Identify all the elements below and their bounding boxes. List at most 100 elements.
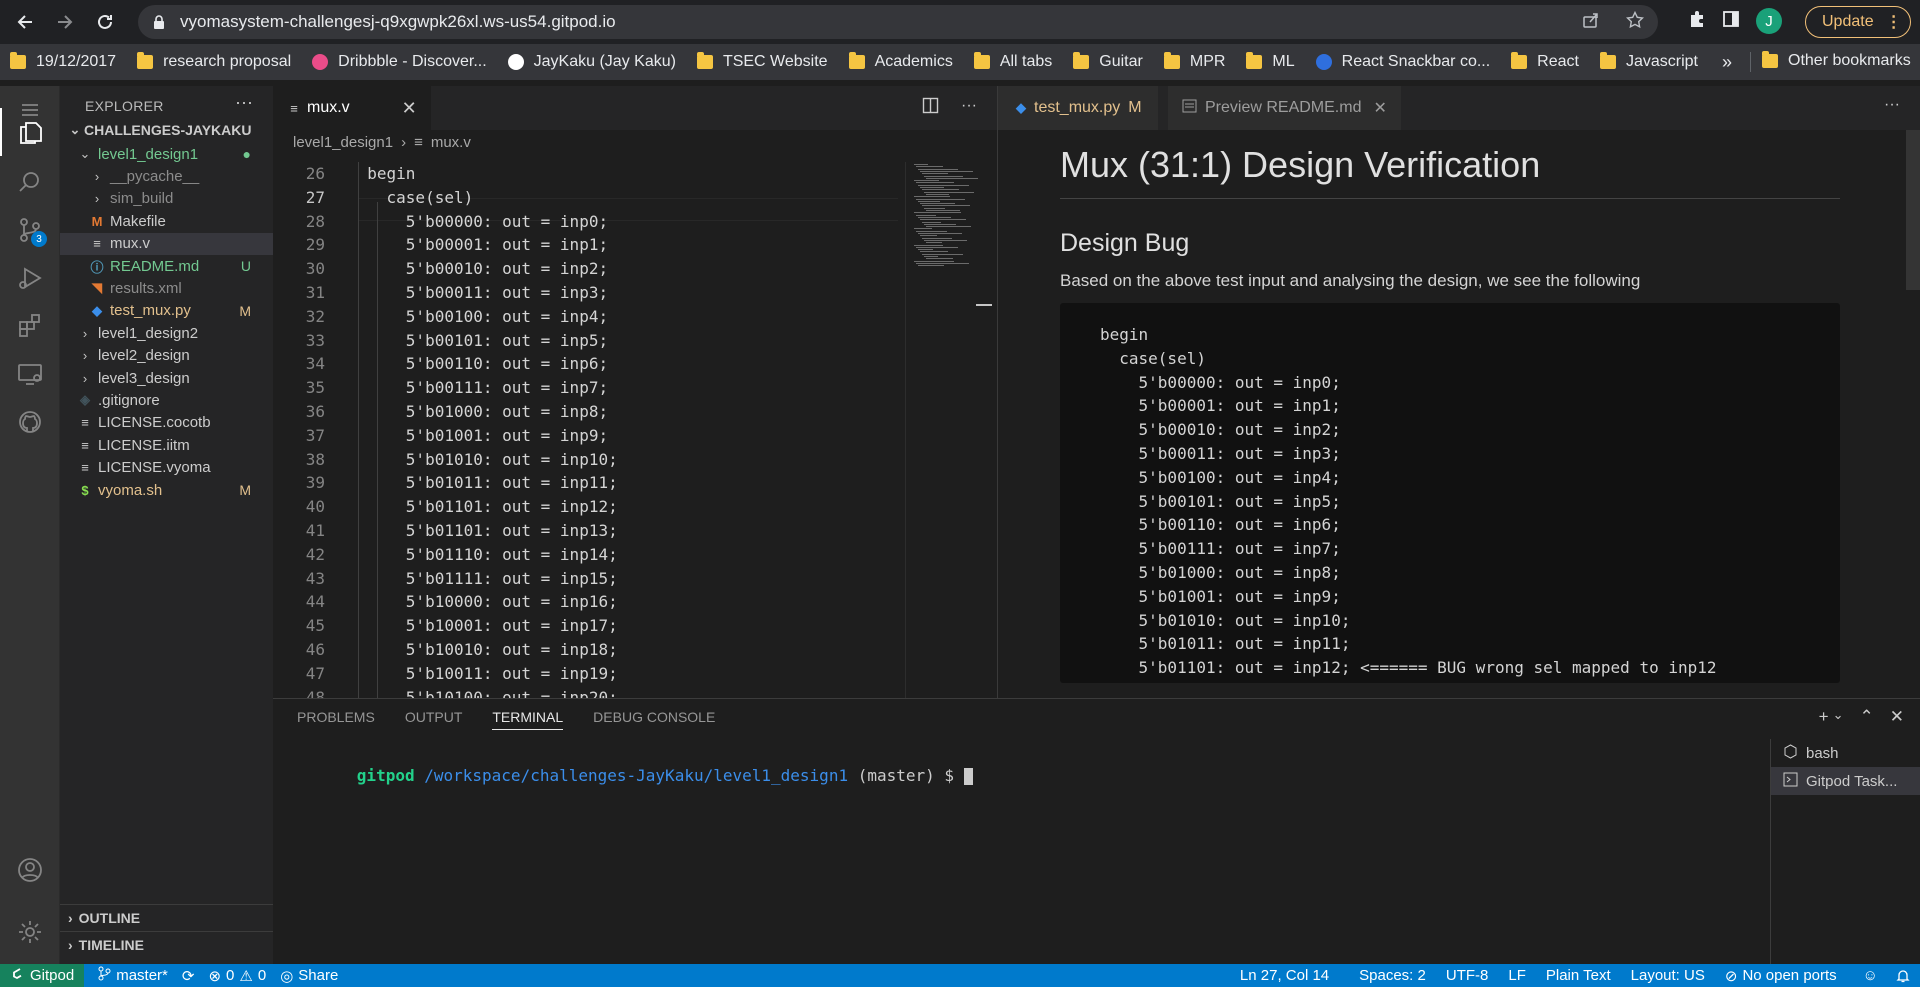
code-line[interactable]: 5'b01000: out = inp8;	[348, 402, 608, 421]
terminal-item-bash[interactable]: bash	[1771, 739, 1920, 767]
reload-icon[interactable]	[88, 5, 122, 39]
github-icon[interactable]	[0, 398, 60, 446]
cursor-position[interactable]: Ln 27, Col 14	[1240, 967, 1329, 984]
extensions-icon[interactable]	[0, 302, 60, 350]
tree-item[interactable]: › level2_design	[60, 345, 273, 367]
tree-item[interactable]: ◈ .gitignore	[60, 389, 273, 411]
indent-setting[interactable]: Spaces: 2	[1359, 967, 1426, 984]
tree-item[interactable]: ≡ LICENSE.cocotb	[60, 412, 273, 434]
bookmark-item[interactable]: MPR	[1163, 52, 1225, 71]
tree-item[interactable]: ≡ LICENSE.iitm	[60, 434, 273, 456]
account-icon[interactable]	[0, 846, 60, 894]
code-line[interactable]: 5'b01010: out = inp10;	[348, 450, 618, 469]
address-bar[interactable]: vyomasystem-challengesj-q9xgwpk26xl.ws-u…	[138, 5, 1658, 39]
panel-tab[interactable]: PROBLEMS	[297, 709, 375, 725]
bookmark-item[interactable]: 19/12/2017	[10, 52, 116, 71]
tree-item[interactable]: › level1_design2	[60, 322, 273, 344]
code-line[interactable]: 5'b00010: out = inp2;	[348, 259, 608, 278]
star-icon[interactable]	[1625, 10, 1645, 34]
new-terminal-plus-icon[interactable]: +	[1819, 707, 1829, 727]
bookmark-item[interactable]: React Snackbar co...	[1315, 53, 1490, 71]
share-status[interactable]: ◎ Share	[280, 967, 338, 985]
lock-icon[interactable]	[152, 14, 166, 30]
tree-item[interactable]: M Makefile	[60, 210, 273, 232]
bookmark-item[interactable]: Academics	[848, 52, 953, 71]
more-bookmarks-icon[interactable]: »	[1722, 52, 1732, 73]
minimap-slider[interactable]	[976, 304, 992, 306]
tree-item[interactable]: › __pycache__	[60, 165, 273, 187]
ports-status[interactable]: ⊘ No open ports	[1725, 967, 1837, 985]
code-line[interactable]: case(sel)	[348, 188, 474, 207]
code-line[interactable]: 5'b00011: out = inp3;	[348, 283, 608, 302]
maximize-panel-icon[interactable]: ⌃	[1860, 707, 1874, 727]
terminal-output[interactable]: gitpod /workspace/challenges-JayKaku/lev…	[299, 747, 973, 804]
panel-tab[interactable]: DEBUG CONSOLE	[593, 709, 715, 725]
more-actions-icon[interactable]: ···	[235, 92, 253, 113]
more-actions-icon[interactable]: ···	[1884, 96, 1900, 114]
settings-gear-icon[interactable]	[0, 908, 60, 956]
split-editor-icon[interactable]	[922, 97, 939, 119]
feedback-icon[interactable]: ☺	[1863, 967, 1878, 984]
tab-mux-v[interactable]: ≡ mux.v ✕	[273, 86, 431, 130]
problems-status[interactable]: ⊗ 0 ⚠ 0	[208, 967, 266, 985]
code-line[interactable]: 5'b00100: out = inp4;	[348, 307, 608, 326]
bookmark-item[interactable]: Dribbble - Discover...	[312, 53, 487, 71]
extensions-puzzle-icon[interactable]	[1688, 10, 1706, 33]
code-line[interactable]: 5'b01111: out = inp15;	[348, 569, 618, 588]
search-icon[interactable]	[0, 158, 60, 206]
code-line[interactable]: 5'b10001: out = inp17;	[348, 616, 618, 635]
keyboard-layout[interactable]: Layout: US	[1631, 967, 1705, 984]
code-line[interactable]: 5'b01001: out = inp9;	[348, 426, 608, 445]
close-icon[interactable]: ✕	[1890, 707, 1904, 727]
tree-item[interactable]: ≡ mux.v	[60, 232, 273, 255]
code-area[interactable]: 26 begin 27 case(sel) 28 5'b00000: out = i…	[273, 162, 997, 698]
bookmark-item[interactable]: Javascript	[1599, 52, 1698, 71]
code-line[interactable]: 5'b00111: out = inp7;	[348, 378, 608, 397]
code-line[interactable]: 5'b10100: out = inp20;	[348, 688, 618, 698]
encoding-setting[interactable]: UTF-8	[1446, 967, 1489, 984]
panel-tab[interactable]: TERMINAL	[492, 709, 564, 730]
panel-tab[interactable]: OUTPUT	[405, 709, 463, 725]
update-button[interactable]: Update ⋮	[1805, 6, 1911, 38]
chevron-down-icon[interactable]: ⌄	[1833, 707, 1844, 727]
tree-item[interactable]: $ vyoma.sh M	[60, 479, 273, 501]
code-line[interactable]: 5'b00000: out = inp0;	[348, 212, 608, 231]
tab-preview-readme[interactable]: Preview README.md ✕	[1168, 86, 1401, 130]
more-actions-icon[interactable]: ···	[961, 97, 977, 119]
other-bookmarks[interactable]: Other bookmarks	[1762, 51, 1911, 70]
code-line[interactable]: 5'b00001: out = inp1;	[348, 235, 608, 254]
notifications-bell-icon[interactable]	[1896, 968, 1910, 983]
breadcrumb-file[interactable]: mux.v	[431, 134, 471, 151]
code-line[interactable]: 5'b01101: out = inp13;	[348, 521, 618, 540]
bookmark-item[interactable]: JayKaku (Jay Kaku)	[507, 53, 676, 71]
run-debug-icon[interactable]	[0, 254, 60, 302]
minimap[interactable]	[905, 162, 997, 698]
timeline-section[interactable]: › TIMELINE	[60, 931, 273, 957]
tree-item[interactable]: ◥ results.xml	[60, 277, 273, 299]
outline-section[interactable]: › OUTLINE	[60, 904, 273, 930]
branch-status[interactable]: master*	[98, 966, 168, 985]
tree-item[interactable]: ⌄ level1_design1 ●	[60, 143, 273, 165]
tree-item[interactable]: › sim_build	[60, 188, 273, 210]
code-line[interactable]: 5'b01110: out = inp14;	[348, 545, 618, 564]
close-icon[interactable]: ✕	[1373, 98, 1386, 118]
sync-icon[interactable]: ⟳	[182, 967, 195, 985]
code-line[interactable]: 5'b10000: out = inp16;	[348, 592, 618, 611]
code-line[interactable]: 5'b10011: out = inp19;	[348, 664, 618, 683]
side-panel-icon[interactable]	[1722, 10, 1740, 33]
code-line[interactable]: begin	[348, 164, 415, 183]
code-line[interactable]: 5'b00110: out = inp6;	[348, 354, 608, 373]
bookmark-item[interactable]: TSEC Website	[696, 52, 828, 71]
share-page-icon[interactable]	[1582, 11, 1600, 34]
eol-setting[interactable]: LF	[1508, 967, 1526, 984]
kebab-menu-icon[interactable]: ⋮	[1886, 12, 1902, 32]
workspace-root[interactable]: ⌄ CHALLENGES-JAYKAKU	[60, 116, 273, 143]
code-line[interactable]: 5'b10010: out = inp18;	[348, 640, 618, 659]
bookmark-item[interactable]: Guitar	[1073, 52, 1143, 71]
code-line[interactable]: 5'b00101: out = inp5;	[348, 331, 608, 350]
bookmark-item[interactable]: All tabs	[973, 52, 1052, 71]
source-control-icon[interactable]: 3	[0, 206, 60, 254]
tab-test-mux-py[interactable]: ◆ test_mux.py M	[998, 86, 1158, 130]
tree-item[interactable]: ◆ test_mux.py M	[60, 300, 273, 322]
forward-arrow-icon[interactable]	[48, 5, 82, 39]
